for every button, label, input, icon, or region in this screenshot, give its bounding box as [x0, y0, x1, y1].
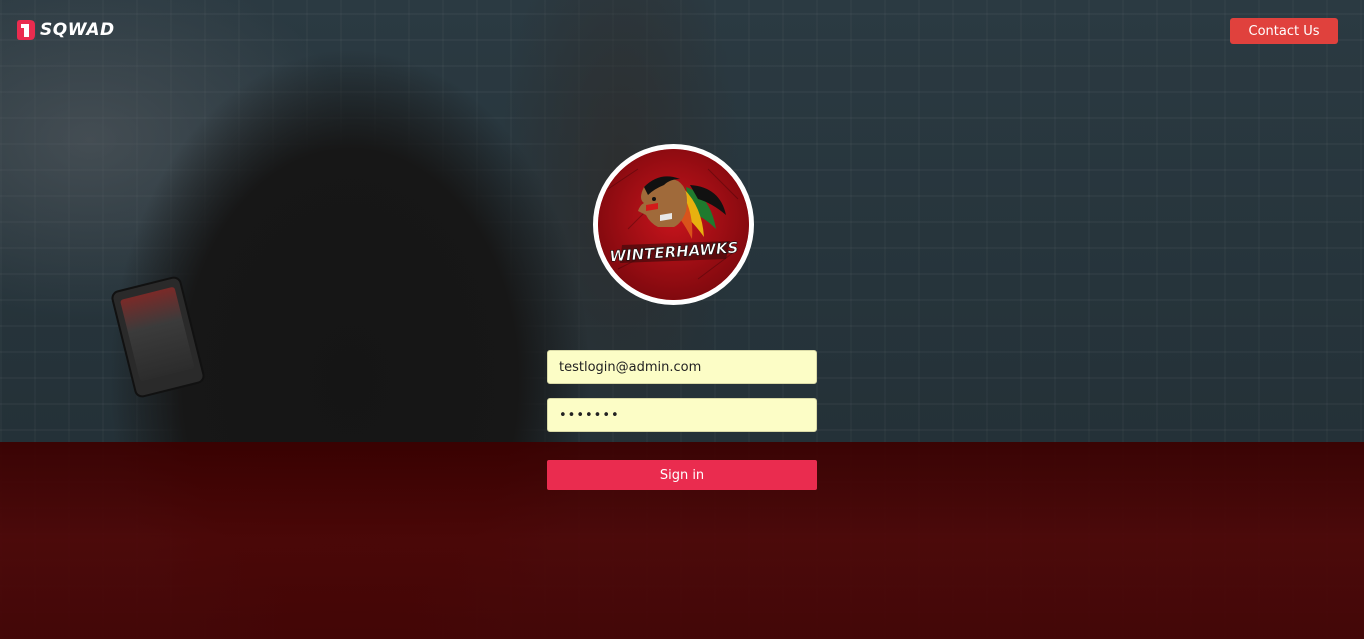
team-logo: WINTERHAWKS	[593, 144, 754, 305]
sqwad-logo-icon	[16, 18, 36, 42]
brand-name: SQWAD	[40, 20, 115, 40]
brand-logo[interactable]: SQWAD	[16, 18, 115, 42]
sign-in-button[interactable]: Sign in	[547, 460, 817, 490]
password-field[interactable]	[547, 398, 817, 432]
email-field[interactable]	[547, 350, 817, 384]
contact-us-button[interactable]: Contact Us	[1230, 18, 1338, 44]
